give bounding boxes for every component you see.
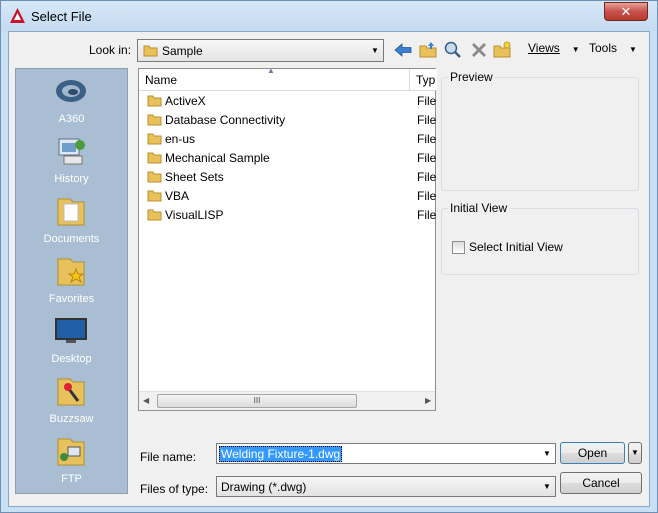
initial-view-title: Initial View	[448, 201, 510, 215]
list-item[interactable]: Database Connectivity File	[139, 111, 436, 130]
place-label: A360	[58, 113, 85, 125]
folder-icon	[147, 171, 162, 183]
files-of-type-value: Drawing (*.dwg)	[221, 480, 307, 494]
chevron-down-icon: ▼	[371, 46, 379, 55]
sort-ascending-icon: ▲	[267, 66, 275, 75]
horizontal-scrollbar[interactable]: ◀ III ▶	[139, 391, 435, 410]
file-list[interactable]: Name ▲ Typ ActiveX File Database Connect…	[138, 66, 437, 411]
place-label: Favorites	[48, 293, 95, 305]
column-header-type[interactable]: Typ	[410, 69, 437, 91]
autocad-logo-icon	[10, 8, 25, 23]
search-web-icon[interactable]	[443, 40, 463, 60]
folder-icon	[147, 190, 162, 202]
list-item[interactable]: en-us File	[139, 130, 436, 149]
desktop-monitor-icon	[55, 318, 87, 343]
look-in-value: Sample	[162, 44, 203, 58]
new-folder-icon[interactable]	[492, 40, 512, 60]
documents-folder-icon	[57, 198, 85, 226]
place-a360[interactable]: A360	[16, 71, 127, 131]
title-bar[interactable]: Select File ✕	[1, 1, 657, 31]
list-item[interactable]: Mechanical Sample File	[139, 149, 436, 168]
chevron-down-icon[interactable]: ▼	[539, 444, 555, 463]
delete-icon[interactable]	[469, 40, 489, 60]
chevron-down-icon: ▼	[571, 45, 580, 54]
close-icon: ✕	[620, 4, 632, 19]
chevron-down-icon[interactable]: ▼	[539, 477, 555, 496]
cancel-button[interactable]: Cancel	[560, 472, 642, 494]
select-initial-view-checkbox[interactable]	[452, 241, 465, 254]
place-buzzsaw[interactable]: Buzzsaw	[16, 371, 127, 431]
file-name-label: File name:	[140, 450, 197, 464]
place-label: Documents	[43, 233, 100, 245]
place-desktop[interactable]: Desktop	[16, 311, 127, 371]
folder-icon	[147, 114, 162, 126]
place-label: History	[54, 173, 89, 185]
folder-icon	[147, 209, 162, 221]
initial-view-group: Initial View Select Initial View	[441, 201, 639, 275]
scroll-right-icon[interactable]: ▶	[425, 396, 431, 405]
views-menu-button[interactable]: Views ▼	[528, 41, 580, 55]
scrollbar-thumb[interactable]: III	[157, 394, 357, 408]
place-label: Desktop	[51, 353, 92, 365]
place-label: Buzzsaw	[49, 413, 94, 425]
preview-group: Preview	[441, 70, 639, 191]
place-label: FTP	[61, 473, 82, 485]
select-initial-view-label[interactable]: Select Initial View	[469, 240, 563, 254]
close-button[interactable]: ✕	[604, 2, 648, 21]
back-arrow-icon[interactable]	[393, 40, 413, 60]
window-title: Select File	[31, 9, 92, 24]
list-item[interactable]: Sheet Sets File	[139, 168, 436, 187]
place-documents[interactable]: Documents	[16, 191, 127, 251]
chevron-down-icon: ▼	[629, 45, 637, 54]
open-options-button[interactable]: ▼	[628, 442, 642, 464]
folder-icon	[147, 152, 162, 164]
folder-icon	[143, 45, 158, 57]
column-header-name[interactable]: Name ▲	[139, 66, 410, 91]
tools-menu-button[interactable]: Tools ▼	[589, 41, 637, 55]
files-of-type-combo[interactable]: Drawing (*.dwg) ▼	[216, 476, 556, 497]
look-in-label: Look in:	[89, 43, 132, 57]
look-in-combo[interactable]: Sample ▼	[137, 39, 384, 62]
history-icon	[58, 138, 85, 165]
place-ftp[interactable]: FTP	[16, 431, 127, 491]
file-name-value[interactable]: Welding Fixture-1.dwg	[219, 446, 343, 462]
folder-icon	[147, 95, 162, 107]
up-folder-icon[interactable]	[418, 40, 438, 60]
buzzsaw-icon	[57, 378, 85, 406]
folder-icon	[147, 133, 162, 145]
dialog-body: Look in: Sample ▼ Views ▼ Tools ▼ A360 H…	[8, 31, 650, 507]
favorites-folder-icon	[57, 258, 85, 286]
ftp-icon	[57, 438, 85, 466]
files-of-type-label: Files of type:	[140, 482, 209, 496]
file-name-combo[interactable]: Welding Fixture-1.dwg ▼	[216, 443, 556, 464]
select-file-dialog: Select File ✕ Look in: Sample ▼ Views ▼ …	[0, 0, 658, 513]
list-item[interactable]: VBA File	[139, 187, 436, 206]
place-favorites[interactable]: Favorites	[16, 251, 127, 311]
open-button[interactable]: Open	[560, 442, 625, 464]
preview-title: Preview	[448, 70, 495, 84]
list-item[interactable]: VisualLISP File	[139, 206, 436, 225]
scroll-left-icon[interactable]: ◀	[143, 396, 149, 405]
places-bar: A360 History Documents Favorites Desktop…	[15, 68, 128, 494]
chevron-down-icon: ▼	[631, 448, 639, 457]
a360-icon	[56, 80, 86, 102]
place-history[interactable]: History	[16, 131, 127, 191]
list-item[interactable]: ActiveX File	[139, 92, 436, 111]
